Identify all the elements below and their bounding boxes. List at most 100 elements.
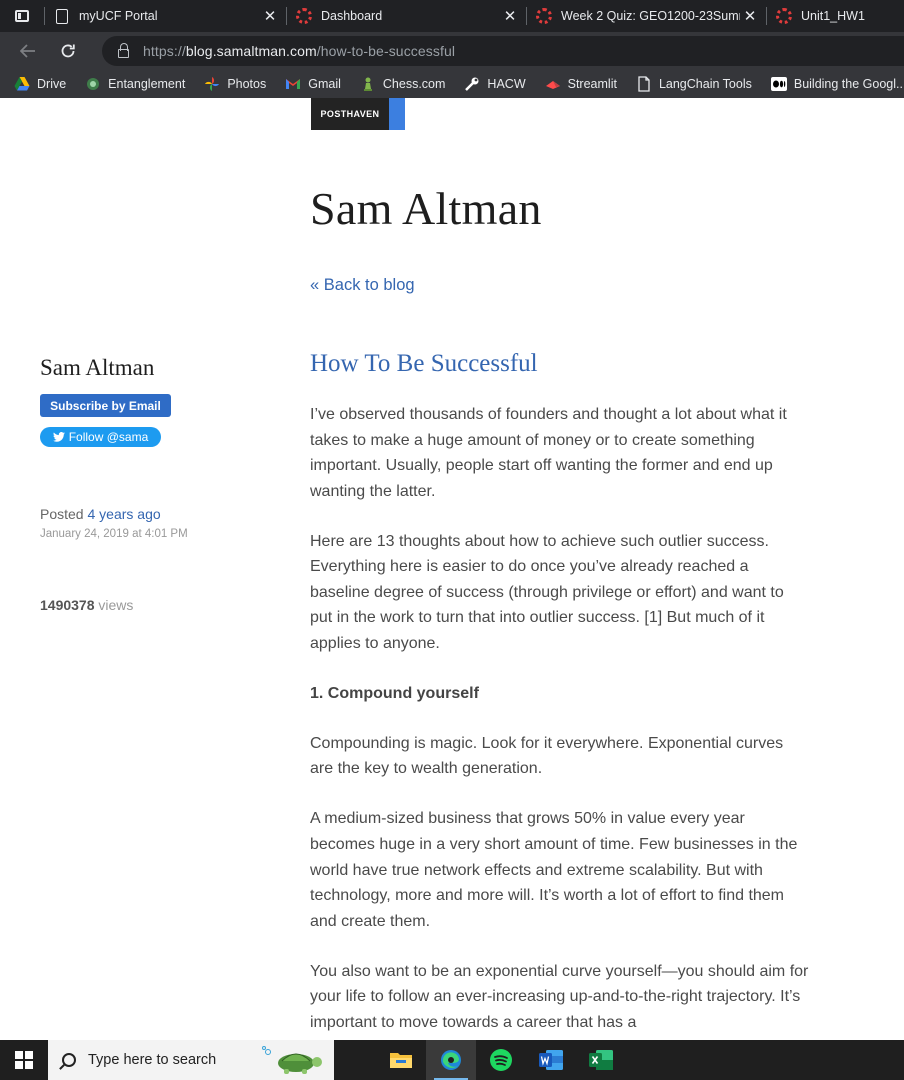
close-tab-icon[interactable]: ✕ (260, 6, 280, 26)
chess-icon (363, 77, 372, 91)
taskbar-search[interactable]: Type here to search (48, 1040, 334, 1080)
bookmark-entanglement[interactable]: Entanglement (85, 76, 185, 92)
bookmark-langchain[interactable]: LangChain Tools (636, 76, 752, 92)
drive-icon (14, 77, 30, 91)
bookmark-drive[interactable]: Drive (14, 76, 66, 92)
post-paragraph: Compounding is magic. Look for it everyw… (310, 734, 784, 778)
tab-label: Dashboard (321, 9, 383, 23)
browser-toolbar: https://blog.samaltman.com/how-to-be-suc… (0, 32, 904, 70)
reload-icon (61, 44, 75, 58)
url-scheme: https:// (143, 43, 186, 59)
post-paragraph: I’ve observed thousands of founders and … (310, 406, 787, 500)
bookmarks-bar: Drive Entanglement Photos Gmail Chess.co… (0, 70, 904, 98)
canvas-icon (296, 8, 312, 24)
bookmark-label: Gmail (308, 77, 341, 91)
bookmark-gmail[interactable]: Gmail (285, 76, 341, 92)
bookmark-streamlit[interactable]: Streamlit (545, 76, 617, 92)
back-button[interactable] (8, 32, 48, 70)
tab-label: Unit1_HW1 (801, 9, 865, 23)
file-explorer-icon (390, 1053, 412, 1068)
blog-page: POSTHAVEN Sam Altman « Back to blog Sam … (0, 98, 904, 1040)
tab-unit1-hw1[interactable]: Unit1_HW1 (766, 0, 904, 32)
bookmark-label: HACW (487, 77, 526, 91)
posted-info: Posted 4 years ago (40, 506, 161, 522)
url-text: https://blog.samaltman.com/how-to-be-suc… (143, 43, 455, 59)
word-button[interactable] (526, 1040, 576, 1080)
excel-button[interactable] (576, 1040, 626, 1080)
search-placeholder: Type here to search (88, 1052, 217, 1068)
word-icon (539, 1050, 563, 1070)
close-tab-icon[interactable]: ✕ (500, 6, 520, 26)
spotify-button[interactable] (476, 1040, 526, 1080)
search-icon (62, 1053, 76, 1067)
start-button[interactable] (0, 1040, 48, 1080)
medium-icon (770, 77, 787, 91)
bookmark-label: Streamlit (567, 77, 617, 91)
bookmark-label: Building the Googl... (793, 77, 904, 91)
tab-dashboard[interactable]: Dashboard ✕ (286, 0, 526, 32)
browser-tab-strip: myUCF Portal ✕ Dashboard ✕ Week 2 Quiz: … (0, 0, 904, 32)
tab-label: Week 2 Quiz: GEO1200-23Summ (561, 9, 740, 23)
site-title[interactable]: Sam Altman (310, 182, 542, 235)
post-body: I’ve observed thousands of founders and … (310, 402, 810, 1040)
edge-button[interactable] (426, 1040, 476, 1080)
posted-relative-link[interactable]: 4 years ago (87, 506, 160, 522)
spotify-icon (490, 1049, 512, 1071)
close-tab-icon[interactable]: ✕ (740, 6, 760, 26)
sidebar-author-name[interactable]: Sam Altman (40, 355, 154, 381)
follow-twitter-button[interactable]: Follow @sama (40, 427, 161, 447)
bookmark-label: Chess.com (382, 77, 446, 91)
document-icon (56, 8, 68, 24)
posted-prefix: Posted (40, 506, 84, 522)
windows-logo-icon (15, 1051, 33, 1069)
tab-actions-icon (15, 10, 29, 22)
tab-label: myUCF Portal (79, 9, 158, 23)
file-explorer-button[interactable] (376, 1040, 426, 1080)
bookmark-label: Drive (37, 77, 67, 91)
canvas-icon (776, 8, 792, 24)
tab-myucf-portal[interactable]: myUCF Portal ✕ (44, 0, 286, 32)
bookmark-label: Photos (227, 77, 267, 91)
reload-button[interactable] (48, 32, 88, 70)
url-path: /how-to-be-successful (316, 43, 456, 59)
wrench-icon (465, 77, 479, 91)
post-paragraph: A medium-sized business that grows 50% i… (310, 810, 798, 930)
twitter-bird-icon (52, 432, 65, 442)
bookmark-photos[interactable]: Photos (204, 76, 266, 92)
edge-icon (441, 1050, 461, 1070)
back-to-blog-link[interactable]: « Back to blog (310, 276, 415, 295)
bookmark-building-google[interactable]: Building the Googl... (770, 76, 904, 92)
windows-taskbar: Type here to search (0, 1040, 904, 1080)
post-paragraph: You also want to be an exponential curve… (310, 962, 809, 1031)
bookmark-label: Entanglement (108, 77, 186, 91)
bookmark-chess[interactable]: Chess.com (360, 76, 446, 92)
section-heading: 1. Compound yourself (310, 684, 479, 702)
subscribe-by-email-button[interactable]: Subscribe by Email (40, 394, 171, 417)
address-bar[interactable]: https://blog.samaltman.com/how-to-be-suc… (102, 36, 904, 66)
streamlit-icon (545, 81, 560, 89)
lock-icon[interactable] (118, 42, 129, 58)
post-title[interactable]: How To Be Successful (310, 350, 538, 378)
turtle-icon (262, 1046, 322, 1074)
view-count-number: 1490378 (40, 597, 95, 613)
posthaven-badge[interactable]: POSTHAVEN (311, 98, 405, 130)
view-count-label: views (98, 597, 134, 613)
bookmark-hacw[interactable]: HACW (464, 76, 526, 92)
url-host: blog.samaltman.com (185, 43, 317, 59)
document-icon (638, 76, 650, 92)
tab-actions-button[interactable] (0, 0, 44, 32)
photos-icon (205, 77, 220, 91)
entanglement-icon (87, 78, 100, 90)
arrow-left-icon (20, 44, 35, 58)
canvas-icon (536, 8, 552, 24)
view-count: 1490378 views (40, 597, 133, 613)
posthaven-label: POSTHAVEN (311, 98, 389, 130)
posted-date: January 24, 2019 at 4:01 PM (40, 528, 188, 540)
post-paragraph: Here are 13 thoughts about how to achiev… (310, 532, 784, 653)
posthaven-accent (389, 98, 405, 130)
follow-label: Follow @sama (68, 430, 149, 444)
gmail-icon (286, 79, 301, 89)
tab-week2-quiz[interactable]: Week 2 Quiz: GEO1200-23Summ ✕ (526, 0, 766, 32)
excel-icon (589, 1050, 613, 1070)
bookmark-label: LangChain Tools (658, 77, 752, 91)
